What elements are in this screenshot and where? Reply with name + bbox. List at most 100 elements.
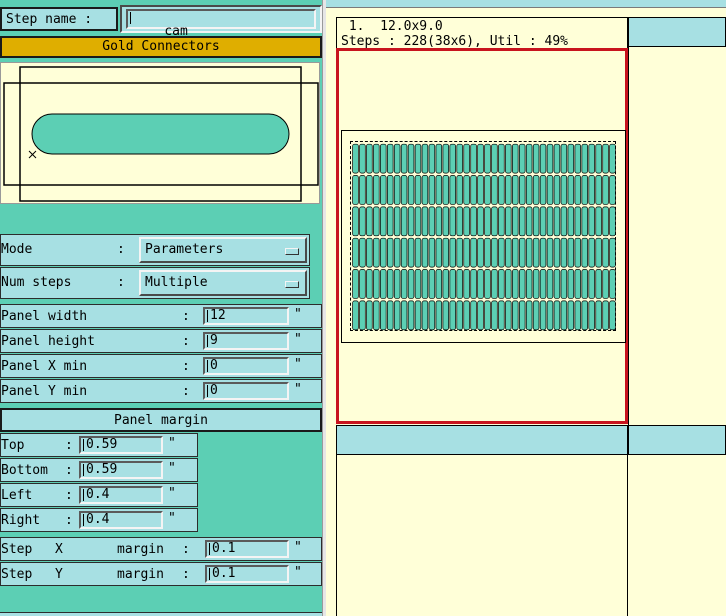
step-instance bbox=[581, 175, 588, 205]
step-instance bbox=[532, 143, 540, 174]
step-instance bbox=[463, 237, 470, 268]
step-y-margin-input[interactable]: 0.1 bbox=[205, 565, 289, 583]
margin-top-input[interactable]: 0.59 bbox=[79, 436, 163, 454]
step-instance bbox=[546, 143, 554, 174]
step-instance bbox=[435, 237, 443, 268]
step-instance bbox=[553, 175, 561, 205]
step-instance bbox=[505, 269, 512, 299]
step-instance bbox=[421, 206, 429, 237]
step-instance bbox=[581, 237, 588, 268]
step-instance bbox=[380, 175, 387, 205]
panel-y-min-input[interactable]: 0 bbox=[203, 382, 289, 400]
step-instance bbox=[525, 300, 533, 331]
step-instance bbox=[477, 175, 484, 205]
num-steps-option-menu[interactable]: Multiple bbox=[139, 270, 307, 296]
step-instance bbox=[539, 206, 547, 237]
step-array bbox=[352, 143, 616, 331]
step-instance bbox=[595, 269, 602, 299]
step-instance bbox=[581, 143, 588, 174]
step-instance bbox=[449, 206, 456, 237]
step-instance bbox=[373, 237, 380, 268]
step-instance bbox=[602, 206, 609, 237]
step-instance bbox=[491, 237, 498, 268]
mode-option-menu[interactable]: Parameters bbox=[139, 237, 307, 263]
step-instance bbox=[442, 175, 450, 205]
step-instance bbox=[505, 143, 512, 174]
step-instance bbox=[463, 269, 470, 299]
step-name-input[interactable]: cam bbox=[126, 9, 316, 39]
step-instance bbox=[407, 237, 415, 268]
margin-left-input[interactable]: 0.4 bbox=[79, 486, 163, 504]
step-x-margin-row: Step X margin : 0.1 " bbox=[0, 537, 322, 561]
step-x-margin-input[interactable]: 0.1 bbox=[205, 540, 289, 558]
step-instance bbox=[560, 206, 568, 237]
step-instance bbox=[532, 300, 540, 331]
preview-area: 1. 12.0x9.0 Steps : 228(38x6), Util : 49… bbox=[326, 8, 726, 616]
step-instance bbox=[414, 237, 422, 268]
margin-top-row: Top : 0.59 " bbox=[0, 433, 198, 457]
step-instance bbox=[400, 206, 408, 237]
step-instance bbox=[366, 237, 373, 268]
step-instance bbox=[512, 269, 519, 299]
step-instance bbox=[421, 300, 429, 331]
step-instance bbox=[560, 175, 568, 205]
step-instance bbox=[373, 143, 380, 174]
step-instance bbox=[609, 300, 616, 331]
step-instance bbox=[546, 237, 554, 268]
step-instance bbox=[588, 237, 595, 268]
step-instance bbox=[359, 269, 366, 299]
step-instance bbox=[373, 269, 380, 299]
margin-bottom-input[interactable]: 0.59 bbox=[79, 461, 163, 479]
panel-width-input[interactable]: 12 bbox=[203, 307, 289, 325]
step-instance bbox=[463, 175, 470, 205]
step-instance bbox=[407, 175, 415, 205]
step-instance bbox=[532, 175, 540, 205]
step-instance bbox=[400, 300, 408, 331]
step-instance bbox=[595, 206, 602, 237]
step-instance bbox=[498, 300, 505, 331]
step-instance bbox=[518, 143, 526, 174]
step-instance bbox=[512, 237, 519, 268]
step-instance bbox=[373, 300, 380, 331]
gold-connectors-banner: Gold Connectors bbox=[0, 36, 322, 58]
step-instance bbox=[421, 269, 429, 299]
step-instance bbox=[491, 300, 498, 331]
step-instance bbox=[574, 206, 582, 237]
step-thumbnail-drawing bbox=[3, 66, 319, 202]
panel-y-min-row: Panel Y min : 0 " bbox=[0, 379, 322, 403]
step-instance bbox=[532, 269, 540, 299]
panel-preview-frame bbox=[336, 48, 628, 424]
step-instance bbox=[553, 300, 561, 331]
step-instance bbox=[400, 143, 408, 174]
step-instance bbox=[373, 175, 380, 205]
step-instance bbox=[421, 237, 429, 268]
step-instance bbox=[393, 206, 401, 237]
step-instance bbox=[407, 206, 415, 237]
step-instance bbox=[581, 269, 588, 299]
step-instance bbox=[386, 269, 394, 299]
step-instance bbox=[366, 175, 373, 205]
step-instance bbox=[595, 237, 602, 268]
step-instance bbox=[512, 206, 519, 237]
step-instance bbox=[435, 143, 443, 174]
panel-height-input[interactable]: 9 bbox=[203, 332, 289, 350]
step-instance bbox=[588, 300, 595, 331]
step-instance bbox=[435, 300, 443, 331]
margin-right-input[interactable]: 0.4 bbox=[79, 511, 163, 529]
step-instance bbox=[484, 237, 491, 268]
step-instance bbox=[393, 175, 401, 205]
panel-x-min-input[interactable]: 0 bbox=[203, 357, 289, 375]
step-instance bbox=[393, 300, 401, 331]
step-instance bbox=[407, 269, 415, 299]
step-instance bbox=[456, 206, 463, 237]
step-instance bbox=[525, 143, 533, 174]
mode-row: Mode : Parameters bbox=[0, 234, 310, 266]
step-instance bbox=[525, 237, 533, 268]
step-instance bbox=[393, 269, 401, 299]
num-steps-row: Num steps : Multiple bbox=[0, 267, 310, 299]
preview-right-column bbox=[628, 47, 726, 425]
step-instance bbox=[352, 206, 359, 237]
step-instance bbox=[567, 269, 575, 299]
step-instance bbox=[518, 269, 526, 299]
step-name-field-frame: cam bbox=[120, 5, 322, 39]
